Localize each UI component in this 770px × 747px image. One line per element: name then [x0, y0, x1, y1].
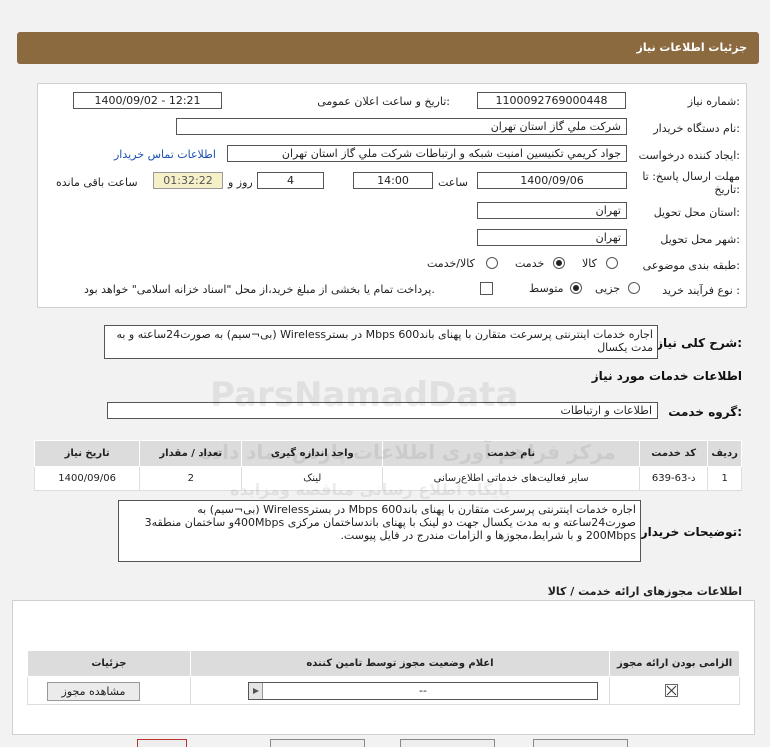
deadline-label: مهلت ارسال پاسخ: تا [642, 170, 740, 183]
page-title: جزئیات اطلاعات نیاز [636, 41, 748, 54]
permit-status-value: -- [419, 684, 427, 697]
need-number-field[interactable]: 1100092769000448 [477, 92, 626, 109]
service-code: د-63-639 [638, 466, 709, 491]
buyer-notes-text[interactable]: اجاره خدمات اینترنتی پرسرعت متقارن با په… [118, 500, 641, 562]
deadline-date-label: تاریخ: [714, 183, 740, 196]
days-field[interactable]: 4 [257, 172, 324, 189]
need-number-label: شماره نیاز: [687, 95, 740, 108]
bottom-button-1[interactable] [137, 739, 187, 747]
service-group-label: گروه خدمت: [668, 405, 742, 419]
city-label: شهر محل تحویل: [660, 233, 740, 246]
description-text[interactable]: اجاره خدمات اینترنتی پرسرعت متقارن با په… [104, 325, 658, 359]
province-field[interactable]: تهران [477, 202, 627, 219]
col-need-date: تاریخ نیاز [33, 440, 141, 467]
announce-date-label: تاریخ و ساعت اعلان عمومی: [317, 95, 450, 108]
deadline-date-field[interactable]: 1400/09/06 [477, 172, 627, 189]
quantity: 2 [139, 466, 243, 491]
category-radio-service[interactable] [553, 257, 565, 269]
col-service-name: نام خدمت [382, 440, 640, 467]
remaining-time-field: 01:32:22 [153, 172, 223, 189]
row-number: 1 [707, 466, 742, 491]
description-label: شرح کلی نیاز: [656, 336, 742, 350]
buyer-notes-label: توضیحات خریدار: [640, 525, 742, 539]
unit: لینک [241, 466, 384, 491]
page-header: جزئیات اطلاعات نیاز [17, 32, 759, 64]
buyer-contact-link[interactable]: اطلاعات تماس خریدار [114, 148, 216, 161]
deadline-time-label: ساعت [438, 176, 468, 189]
creator-label: ایجاد کننده درخواست: [638, 149, 740, 162]
process-option-medium: متوسط [529, 282, 564, 295]
col-row-number: ردیف [707, 440, 742, 467]
deadline-time-field[interactable]: 14:00 [353, 172, 433, 189]
process-option-minor: جزیی [595, 282, 621, 295]
col-unit: واحد اندازه گیری [241, 440, 384, 467]
cross-icon [666, 685, 677, 696]
col-service-code: کد خدمت [638, 440, 709, 467]
permit-required-checkbox [665, 684, 678, 697]
col-permit-required: الزامی بودن ارائه مجوز [609, 650, 740, 677]
city-field[interactable]: تهران [477, 229, 627, 246]
need-date: 1400/09/06 [33, 466, 141, 491]
category-option-service: خدمت [515, 257, 545, 270]
permits-section-title: اطلاعات مجوزهای ارائه خدمت / کالا [547, 585, 742, 598]
view-permit-button[interactable]: مشاهده مجوز [47, 682, 140, 701]
process-label: نوع فرآیند خرید : [662, 284, 740, 297]
category-label: طبقه بندی موضوعی: [642, 259, 740, 272]
buyer-org-field[interactable]: شرکت ملي گاز استان تهران [176, 118, 627, 135]
bottom-button-2[interactable] [270, 739, 365, 747]
need-info-panel [37, 83, 747, 308]
announce-date-field[interactable]: 1400/09/02 - 12:21 [73, 92, 222, 109]
remaining-label: ساعت باقی مانده [56, 176, 138, 189]
dropdown-arrow-icon[interactable] [249, 683, 263, 699]
services-table-header: ردیف کد خدمت نام خدمت واحد اندازه گیری ت… [33, 440, 742, 467]
bottom-button-4[interactable] [533, 739, 628, 747]
category-radio-goods-service[interactable] [486, 257, 498, 269]
permits-table-header: الزامی بودن ارائه مجوز اعلام وضعیت مجوز … [27, 650, 740, 677]
service-group-field[interactable]: اطلاعات و ارتباطات [107, 402, 658, 419]
services-table: ردیف کد خدمت نام خدمت واحد اندازه گیری ت… [33, 440, 742, 491]
table-row[interactable]: 1 د-63-639 سایر فعالیت‌های خدماتی اطلاع‌… [33, 466, 742, 491]
creator-field[interactable]: جواد کريمي تکنيسين امنيت شبکه و ارتباطات… [227, 145, 627, 162]
process-radio-minor[interactable] [628, 282, 640, 294]
service-name: سایر فعالیت‌های خدماتی اطلاع‌رسانی [382, 466, 640, 491]
col-quantity: تعداد / مقدار [139, 440, 243, 467]
process-radio-medium[interactable] [570, 282, 582, 294]
services-section-title: اطلاعات خدمات مورد نیاز [591, 369, 742, 383]
permit-status-select[interactable]: -- [248, 682, 598, 700]
treasury-payment-checkbox[interactable] [480, 282, 493, 295]
category-radio-goods[interactable] [606, 257, 618, 269]
days-label: روز و [228, 176, 253, 189]
category-option-goods: کالا [582, 257, 597, 270]
province-label: استان محل تحویل: [653, 206, 740, 219]
col-permit-status: اعلام وضعیت مجوز توسط تامین کننده [189, 650, 611, 677]
category-option-goods-service: کالا/خدمت [427, 257, 475, 270]
col-permit-details: جزئیات [27, 650, 191, 677]
buyer-org-label: نام دستگاه خریدار: [653, 122, 740, 135]
treasury-payment-note: پرداخت تمام یا بخشی از مبلغ خرید،از محل … [84, 283, 435, 296]
bottom-button-3[interactable] [400, 739, 495, 747]
